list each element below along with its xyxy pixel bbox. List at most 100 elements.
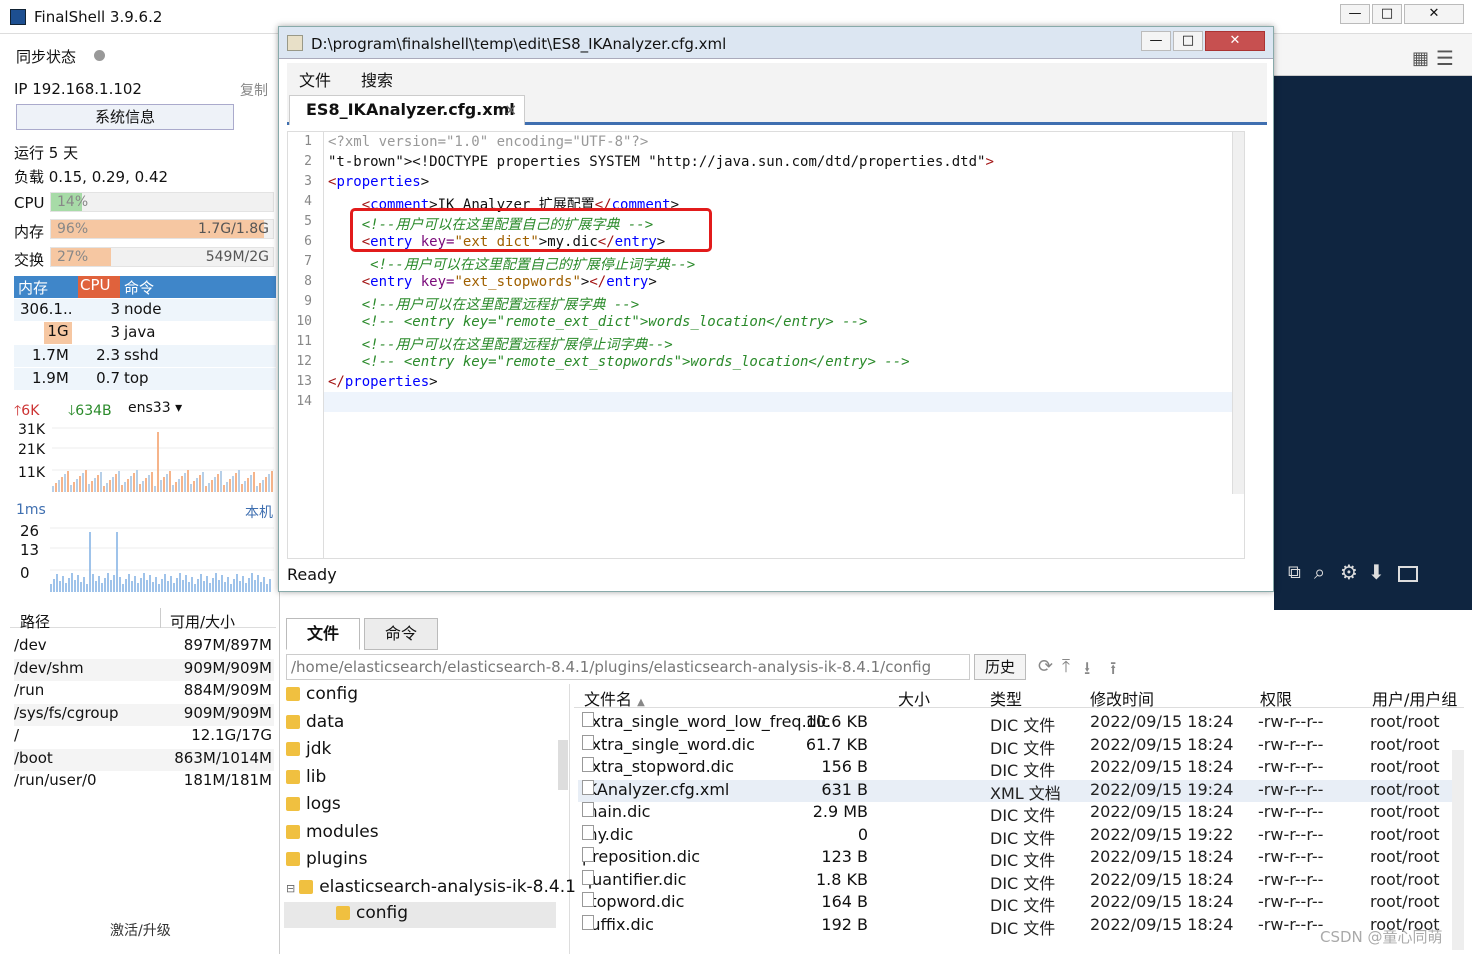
mem-value: 1.7G/1.8G <box>198 221 269 237</box>
file-row[interactable]: extra_single_word.dic 61.7 KB DIC 文件 2022/0… <box>578 734 1458 758</box>
disk-row[interactable]: /sys/fs/cgroup 909M/909M <box>14 704 274 726</box>
tree-node[interactable]: jdk <box>286 739 331 759</box>
file-icon <box>582 847 594 862</box>
file-row[interactable]: IKAnalyzer.cfg.xml 631 B XML 文档 2022/09/15 … <box>578 779 1458 803</box>
menu-file[interactable]: 文件 <box>299 67 331 91</box>
ping-bar <box>104 578 106 592</box>
tree-node[interactable]: logs <box>286 794 341 814</box>
disk-row[interactable]: /run/user/0 181M/181M <box>14 771 274 793</box>
disk-row[interactable]: /run 884M/909M <box>14 681 274 703</box>
net-bar <box>73 482 75 492</box>
activate-link[interactable]: 激活/升级 <box>110 920 171 940</box>
process-row[interactable]: 1.7M 2.3 sshd <box>14 345 276 367</box>
disk-col-path[interactable]: 路径 <box>20 611 50 632</box>
maximize-button[interactable]: □ <box>1372 4 1402 24</box>
up-dir-icon[interactable]: ⤒ <box>1062 656 1070 677</box>
proc-col-cpu[interactable]: CPU <box>78 276 120 298</box>
tree-node-selected[interactable]: config <box>284 902 556 928</box>
net-tick: 31K <box>18 422 45 438</box>
disk-row[interactable]: /dev 897M/897M <box>14 636 274 658</box>
tree-label: config <box>306 684 359 704</box>
proc-cpu: 3 <box>110 300 120 318</box>
file-row[interactable]: main.dic 2.9 MB DIC 文件 2022/09/15 18:24 -rw-… <box>578 802 1458 825</box>
tab-files[interactable]: 文件 <box>286 618 360 650</box>
net-bar <box>139 484 141 492</box>
tab-close-icon[interactable]: × <box>504 100 517 119</box>
net-bar <box>166 474 168 492</box>
tree-node[interactable]: ⊟ elasticsearch-analysis-ik-8.4.1 <box>286 877 576 897</box>
file-name: extra_stopword.dic <box>582 757 735 776</box>
refresh-icon[interactable]: ⟳ <box>1038 656 1053 677</box>
search-icon[interactable]: ⌕ <box>1314 560 1325 584</box>
upload-file-icon[interactable]: ⭱ <box>1110 656 1116 686</box>
close-button[interactable]: ✕ <box>1404 4 1464 24</box>
copy-link[interactable]: 复制 <box>240 80 268 100</box>
vertical-scrollbar[interactable] <box>1232 132 1244 494</box>
sysinfo-button[interactable]: 系统信息 <box>16 104 234 130</box>
process-row[interactable]: 1.9M 0.7 top <box>14 368 276 390</box>
tree-scrollbar[interactable] <box>558 740 568 790</box>
editor-tab[interactable]: ES8_IKAnalyzer.cfg.xml × <box>289 95 525 125</box>
ping-tick: 13 <box>20 541 40 559</box>
proc-col-cmd[interactable]: 命令 <box>124 277 154 298</box>
paste-icon[interactable]: ⧉ <box>1288 562 1306 584</box>
file-list-scrollbar[interactable] <box>1452 750 1464 950</box>
file-row[interactable]: quantifier.dic 1.8 KB DIC 文件 2022/09/15 18:… <box>578 869 1458 893</box>
menu-icon[interactable]: ☰ <box>1436 46 1454 70</box>
download-icon[interactable]: ⬇ <box>1368 560 1385 584</box>
disk-col-size[interactable]: 可用/大小 <box>170 611 235 632</box>
net-bar <box>91 481 93 492</box>
net-bar <box>121 485 123 492</box>
history-button[interactable]: 历史 <box>974 654 1026 680</box>
tab-commands[interactable]: 命令 <box>364 618 438 650</box>
col-type[interactable]: 类型 <box>990 686 1022 710</box>
tree-node[interactable]: plugins <box>286 849 367 869</box>
ping-bar <box>176 578 178 592</box>
fullscreen-icon[interactable] <box>1398 566 1418 582</box>
gear-icon[interactable]: ⚙ <box>1340 560 1358 584</box>
ping-bar <box>158 584 160 592</box>
disk-path: / <box>14 726 20 744</box>
minimize-button[interactable]: — <box>1340 4 1370 24</box>
file-type: DIC 文件 <box>990 806 1056 825</box>
swap-percent: 27% <box>57 249 89 265</box>
file-row[interactable]: extra_stopword.dic 156 B DIC 文件 2022/09/15 … <box>578 757 1458 780</box>
code-line: <properties> <box>328 174 430 190</box>
file-size: 156 B <box>821 757 868 776</box>
process-row[interactable]: 306.1.. 3 node <box>14 299 276 321</box>
col-filename[interactable]: 文件名 ▲ <box>584 686 645 710</box>
disk-row[interactable]: /dev/shm 909M/909M <box>14 659 274 681</box>
proc-col-mem[interactable]: 内存 <box>18 277 48 298</box>
tree-node[interactable]: data <box>286 712 344 732</box>
file-row[interactable]: my.dic 0 DIC 文件 2022/09/15 19:22 -rw-r--r-- r… <box>578 824 1458 848</box>
download-file-icon[interactable]: ⭳ <box>1084 656 1090 686</box>
tree-node[interactable]: config <box>286 684 358 704</box>
ping-host[interactable]: 本机 <box>245 502 273 522</box>
net-bar <box>64 474 66 492</box>
net-bar <box>214 477 216 492</box>
file-row[interactable]: stopword.dic 164 B DIC 文件 2022/09/15 18:24 -… <box>578 892 1458 915</box>
col-size[interactable]: 大小 <box>898 686 930 710</box>
disk-table-header: 路径 可用/大小 <box>10 608 276 631</box>
menu-search[interactable]: 搜索 <box>361 67 393 91</box>
disk-row[interactable]: / 12.1G/17G <box>14 726 274 748</box>
tree-node[interactable]: lib <box>286 767 326 787</box>
process-row[interactable]: 1G 3 java <box>14 322 276 344</box>
file-row[interactable]: extra_single_word_low_freq.dic 10.6 KB DIC… <box>578 712 1458 735</box>
col-owner[interactable]: 用户/用户组 <box>1372 686 1464 710</box>
tree-node[interactable]: modules <box>286 822 379 842</box>
ping-bar <box>200 574 202 592</box>
collapse-icon[interactable]: ⊟ <box>286 882 295 895</box>
col-modified[interactable]: 修改时间 <box>1090 686 1154 710</box>
net-interface-select[interactable]: ens33 ▾ <box>128 400 182 416</box>
layout-grid-icon[interactable]: ▦ <box>1412 48 1429 69</box>
editor-maximize-button[interactable]: □ <box>1173 31 1203 51</box>
disk-row[interactable]: /boot 863M/1014M <box>14 749 274 771</box>
terminal-area[interactable]: ⧉ ⌕ ⚙ ⬇ <box>1248 76 1472 610</box>
col-permission[interactable]: 权限 <box>1260 686 1292 710</box>
editor-minimize-button[interactable]: — <box>1141 31 1171 51</box>
file-row[interactable]: preposition.dic 123 B DIC 文件 2022/09/15 18:… <box>578 847 1458 870</box>
editor-close-button[interactable]: ✕ <box>1205 31 1265 51</box>
path-input[interactable]: /home/elasticsearch/elasticsearch-8.4.1/… <box>286 654 970 680</box>
code-editor[interactable]: 1 2 3 4 5 6 7 8 9 10 11 12 13 14 <?xml version="1.0" … <box>287 131 1245 559</box>
